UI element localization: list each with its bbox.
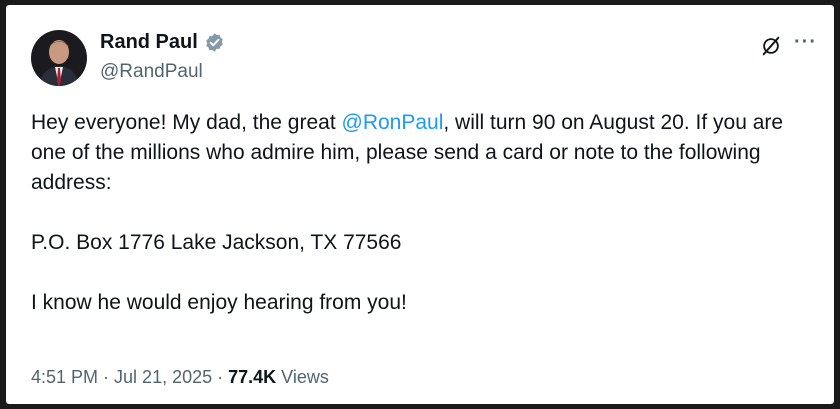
tweet-paragraph-1: Hey everyone! My dad, the great @RonPaul… (31, 108, 821, 198)
views-count[interactable]: 77.4K (228, 367, 276, 387)
views-label: Views (276, 367, 329, 387)
tweet-date[interactable]: Jul 21, 2025 (114, 367, 212, 387)
mention-link[interactable]: @RonPaul (342, 111, 444, 134)
tweet-text: Hey everyone! My dad, the great @RonPaul… (31, 108, 821, 318)
author-display-name[interactable]: Rand Paul (100, 31, 198, 54)
author-avatar[interactable] (31, 30, 87, 86)
tweet-time[interactable]: 4:51 PM (31, 367, 98, 387)
tweet-card: Rand Paul @RandPaul ··· Hey everyone! My… (6, 5, 834, 404)
meta-separator: · (98, 367, 115, 387)
tweet-text-pre: Hey everyone! My dad, the great (31, 111, 342, 134)
meta-separator: · (212, 367, 229, 387)
grok-icon[interactable] (760, 35, 782, 57)
tweet-address: P.O. Box 1776 Lake Jackson, TX 77566 (31, 231, 402, 254)
tweet-closing: I know he would enjoy hearing from you! (31, 291, 407, 314)
author-handle[interactable]: @RandPaul (100, 61, 203, 83)
verified-badge-icon (204, 32, 225, 53)
more-icon[interactable]: ··· (794, 31, 817, 54)
tweet-meta: 4:51 PM · Jul 21, 2025 · 77.4K Views (31, 367, 329, 388)
author-name-row: Rand Paul (100, 31, 225, 54)
